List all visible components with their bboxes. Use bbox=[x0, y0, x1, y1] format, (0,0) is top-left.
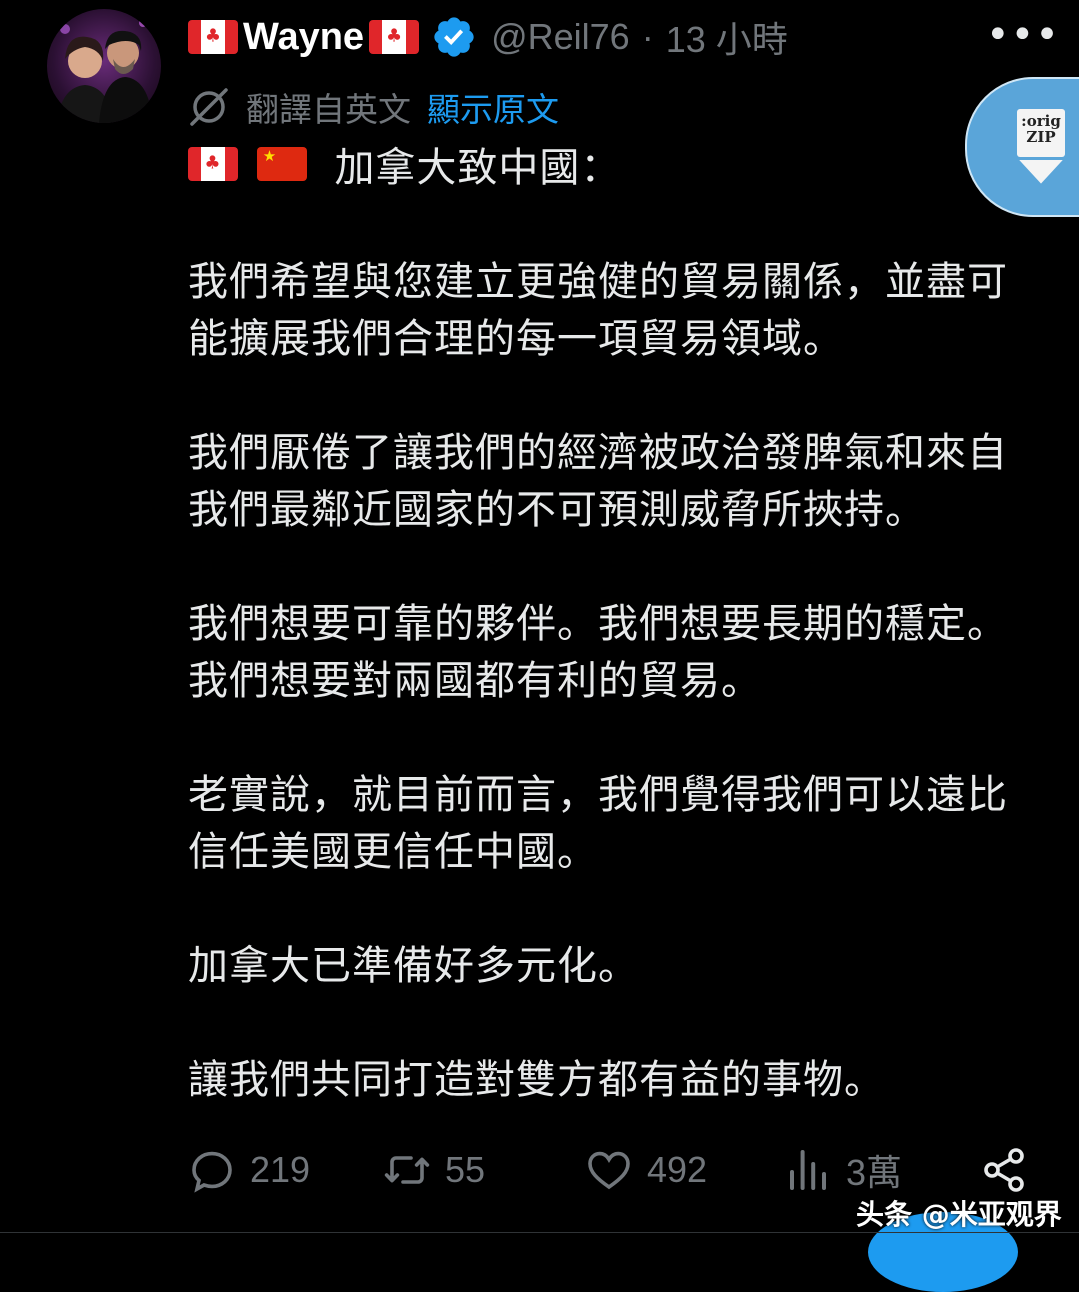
repost-icon bbox=[384, 1156, 430, 1184]
reply-count: 219 bbox=[250, 1149, 311, 1190]
canada-flag-icon: ♣ bbox=[188, 20, 238, 54]
post-line: 能擴展我們合理的每一項貿易領域。 bbox=[188, 316, 844, 362]
post-line: 我們希望與您建立更強健的貿易關係，並盡可 bbox=[188, 259, 1008, 305]
post-line: 我們想要對兩國都有利的貿易。 bbox=[188, 658, 762, 704]
like-count: 492 bbox=[647, 1149, 708, 1190]
analytics-icon bbox=[790, 1150, 826, 1190]
post-line: 老實說，就目前而言，我們覺得我們可以遠比 bbox=[188, 772, 1008, 818]
like-button[interactable]: 492 bbox=[585, 1140, 707, 1200]
post-line: 我們厭倦了讓我們的經濟被政治發脾氣和來自 bbox=[188, 430, 1008, 476]
canada-flag-icon: ♣ bbox=[369, 20, 420, 54]
action-bar: 219 55 492 3萬 bbox=[188, 1140, 1048, 1200]
post-line: 我們最鄰近國家的不可預測威脅所挾持。 bbox=[188, 487, 926, 533]
view-count: 3萬 bbox=[846, 1152, 903, 1193]
author-avatar[interactable] bbox=[47, 9, 161, 123]
separator-dot: · bbox=[641, 16, 654, 57]
reply-button[interactable]: 219 bbox=[188, 1140, 310, 1200]
author-name[interactable]: Wayne bbox=[243, 16, 364, 59]
post-header: ♣ Wayne ♣ @Reil76 · 13 小時 bbox=[188, 12, 788, 62]
reply-icon bbox=[192, 1151, 232, 1193]
repost-button[interactable]: 55 bbox=[383, 1140, 485, 1200]
post-timestamp[interactable]: 13 小時 bbox=[666, 11, 788, 63]
canada-flag-icon: ♣ bbox=[188, 147, 238, 181]
china-flag-icon: ★ bbox=[256, 147, 307, 181]
watermark: 头条 @米亚观界 bbox=[856, 1198, 1062, 1231]
author-handle[interactable]: @Reil76 bbox=[491, 16, 630, 58]
repost-count: 55 bbox=[445, 1149, 486, 1190]
show-original-link[interactable]: 顯示原文 bbox=[427, 83, 559, 131]
verified-badge-icon bbox=[434, 17, 474, 57]
share-button[interactable] bbox=[980, 1140, 1028, 1200]
post-line: 我們想要可靠的夥伴。我們想要長期的穩定。 bbox=[188, 601, 1008, 647]
translate-icon bbox=[190, 88, 228, 126]
more-options-icon[interactable]: ••• bbox=[986, 15, 1060, 55]
heart-icon bbox=[588, 1151, 630, 1190]
translation-bar: 翻譯自英文 顯示原文 bbox=[188, 84, 559, 130]
post-line: 讓我們共同打造對雙方都有益的事物。 bbox=[188, 1057, 885, 1103]
post-line: 加拿大已準備好多元化。 bbox=[188, 943, 639, 989]
share-icon bbox=[984, 1148, 1024, 1192]
orig-label: :orig bbox=[1021, 112, 1061, 130]
views-button[interactable]: 3萬 bbox=[784, 1140, 902, 1200]
translated-from-label: 翻譯自英文 bbox=[246, 90, 411, 129]
post-title: 加拿大致中國： bbox=[334, 145, 622, 191]
post-text: ♣ ★ 加拿大致中國： 我們希望與您建立更強健的貿易關係，並盡可 能擴展我們合理… bbox=[188, 140, 1048, 1109]
post-line: 信任美國更信任中國。 bbox=[188, 829, 598, 875]
